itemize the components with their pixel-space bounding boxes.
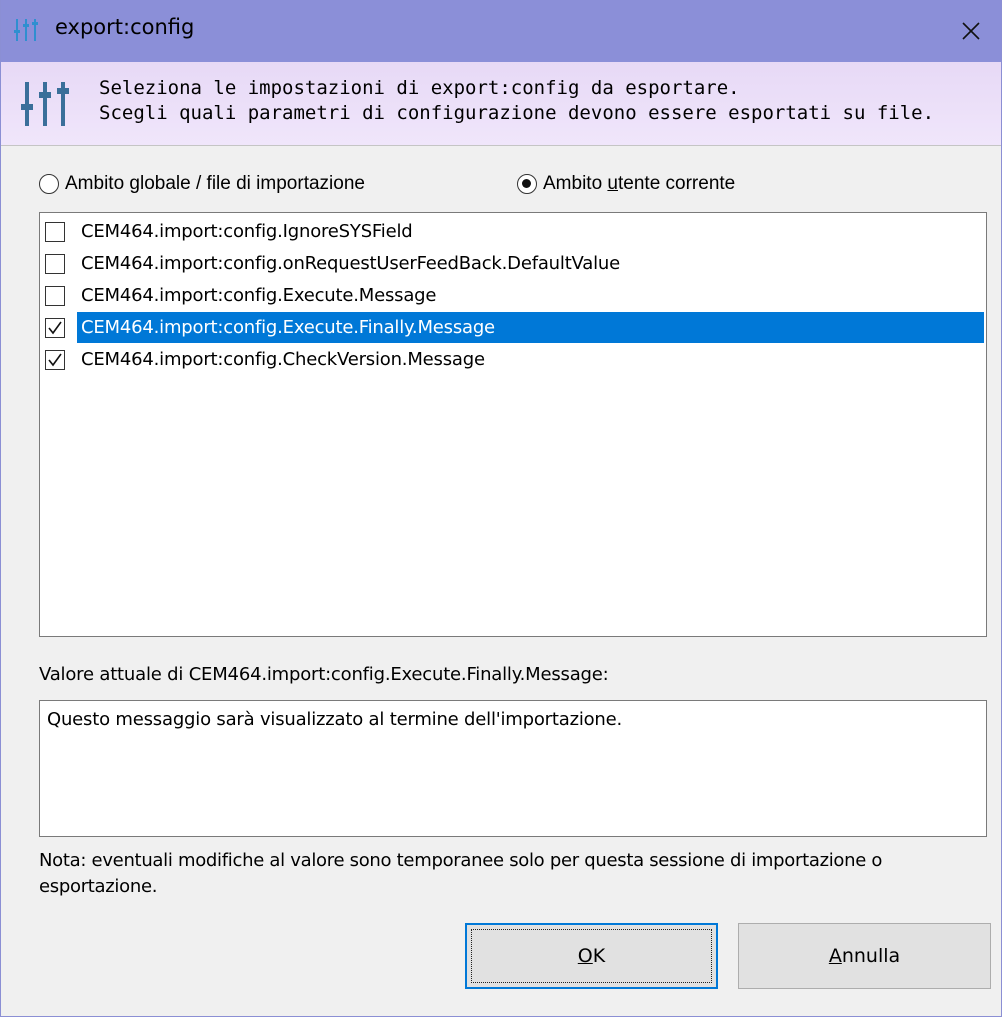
setting-checkbox[interactable] [45,253,65,274]
settings-list[interactable]: CEM464.import:config.IgnoreSYSField CEM46… [39,212,987,637]
note-text: Nota: eventuali modifiche al valore sono… [39,850,883,897]
title-bar: export:config [1,0,1001,62]
setting-label: CEM464.import:config.onRequestUserFeedBa… [81,253,620,274]
window-title: export:config [55,15,195,39]
checkmark-icon [48,321,62,334]
cancel-button-label: Annulla [828,945,901,967]
sliders-icon [21,82,69,126]
focus-rectangle [471,929,712,983]
setting-checkbox[interactable] [45,349,65,370]
setting-label: CEM464.import:config.Execute.Message [81,285,437,306]
close-icon [962,22,980,40]
setting-item[interactable]: CEM464.import:config.CheckVersion.Messag… [40,344,986,375]
header-line-1: Seleziona le impostazioni di export:conf… [99,77,740,99]
sliders-icon [14,19,38,41]
ok-button[interactable]: OK [465,923,718,989]
header-banner: Seleziona le impostazioni di export:conf… [1,62,1001,145]
export-config-dialog: export:config Seleziona le impostazioni … [0,0,1002,1017]
current-value-field[interactable]: Questo messaggio sarà visualizzato al te… [39,700,987,837]
setting-item[interactable]: CEM464.import:config.onRequestUserFeedBa… [40,248,986,279]
setting-checkbox[interactable] [45,317,65,338]
setting-item[interactable]: CEM464.import:config.Execute.Message [40,280,986,311]
close-button[interactable] [941,0,1001,62]
setting-label: CEM464.import:config.CheckVersion.Messag… [81,349,485,370]
scope-user-label: Ambito utente corrente [543,173,736,194]
header-separator [1,145,1001,146]
setting-item[interactable]: CEM464.import:config.Execute.Finally.Mes… [40,312,986,343]
header-line-2: Scegli quali parametri di configurazione… [99,102,935,124]
setting-label: CEM464.import:config.Execute.Finally.Mes… [77,312,984,343]
setting-checkbox[interactable] [45,285,65,306]
current-value-label: Valore attuale di CEM464.import:config.E… [39,664,609,685]
setting-checkbox[interactable] [45,221,65,242]
checkmark-icon [48,353,62,366]
scope-user-radio[interactable]: Ambito utente corrente [517,172,735,196]
scope-global-label: Ambito globale / file di importazione [65,173,365,194]
cancel-button[interactable]: Annulla [738,923,991,989]
radio-circle [517,174,537,194]
scope-global-radio[interactable]: Ambito globale / file di importazione [39,172,365,196]
header-description: Seleziona le impostazioni di export:conf… [99,76,934,126]
setting-label: CEM464.import:config.IgnoreSYSField [81,221,413,242]
radio-circle [39,174,59,194]
setting-item[interactable]: CEM464.import:config.IgnoreSYSField [40,216,986,247]
